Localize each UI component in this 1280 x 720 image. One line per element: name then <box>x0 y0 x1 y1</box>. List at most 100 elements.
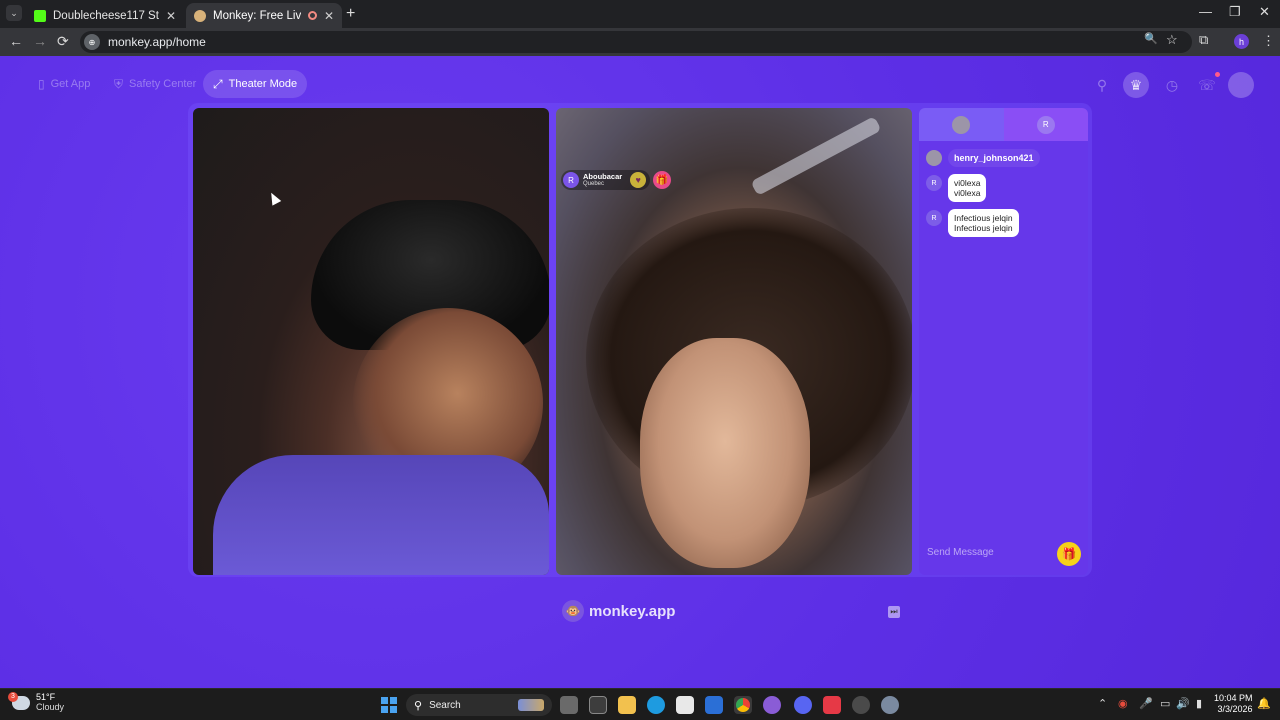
weather-badge: 3 <box>8 691 18 702</box>
settings-icon[interactable] <box>881 696 899 714</box>
get-app-button[interactable]: ▯ Get App <box>28 70 100 98</box>
discord-icon[interactable] <box>794 696 812 714</box>
back-icon[interactable]: ← <box>9 33 23 49</box>
message-avatar <box>926 150 942 166</box>
video-figure <box>750 116 882 196</box>
taskbar-clock[interactable]: 10:04 PM 3/3/2026 <box>1214 693 1253 715</box>
file-explorer-icon[interactable] <box>618 696 636 714</box>
message-line: vi0lexa <box>954 178 981 188</box>
chat-tab-self[interactable] <box>919 108 1004 141</box>
remote-user-location: Quebec <box>583 181 605 188</box>
remote-avatar-icon: R <box>1036 115 1055 134</box>
zoom-icon[interactable]: 🔍 <box>1144 32 1158 45</box>
video-figure <box>640 338 810 568</box>
kick-favicon-icon <box>34 9 46 22</box>
close-tab-icon[interactable]: ✕ <box>166 9 176 23</box>
tab-title: Doublecheese117 Stream - Wa <box>53 9 159 22</box>
weather-widget[interactable]: 3 51°F Cloudy <box>8 691 65 713</box>
crown-icon[interactable]: ♛ <box>1123 72 1149 98</box>
skip-icon[interactable]: ⏭ <box>888 606 900 618</box>
taskbar-search-label: Search <box>429 699 461 711</box>
widgets-icon[interactable] <box>589 696 607 714</box>
taskbar: 3 51°F Cloudy ⚲ Search ⌃ ◉ 🎤 ▭ 🔊 ▮ 10:04… <box>0 688 1280 720</box>
video-figure <box>213 455 549 575</box>
store-icon[interactable] <box>676 696 694 714</box>
expand-icon: ⤢ <box>213 76 223 91</box>
messenger-icon[interactable] <box>763 696 781 714</box>
browser-toolbar: ← → ⟳ ⊕ monkey.app/home 🔍 ☆ ⧉ h ⋮ <box>0 28 1280 56</box>
site-info-icon[interactable]: ⊕ <box>84 34 100 50</box>
forward-icon[interactable]: → <box>33 33 47 49</box>
record-tray-icon[interactable]: ◉ <box>1118 697 1128 710</box>
weather-desc: Cloudy <box>36 701 65 712</box>
display-icon[interactable]: ▭ <box>1160 697 1170 710</box>
browser-tab-bar: ⌄ Doublecheese117 Stream - Wa ✕ Monkey: … <box>0 0 1280 28</box>
message-username: henry_johnson421 <box>948 149 1040 167</box>
search-icon[interactable]: ⚲ <box>1089 72 1115 98</box>
battery-icon[interactable]: ▮ <box>1196 697 1202 710</box>
misc-app-icon[interactable] <box>852 696 870 714</box>
profile-avatar-icon[interactable] <box>1228 72 1254 98</box>
close-window-icon[interactable]: ✕ <box>1259 4 1270 20</box>
message-avatar: R <box>926 210 942 226</box>
chrome-icon[interactable] <box>734 696 752 714</box>
tab-title: Monkey: Free Live Video Ch <box>213 9 301 22</box>
message-input[interactable]: Send Message <box>927 547 994 558</box>
editor-icon[interactable] <box>705 696 723 714</box>
chat-message: R vi0lexa vi0lexa <box>926 174 987 203</box>
browser-menu-icon[interactable]: ⋮ <box>1262 33 1275 49</box>
profile-icon[interactable]: h <box>1234 34 1249 49</box>
get-app-label: Get App <box>50 78 91 90</box>
gift-icon[interactable]: 🎁 <box>653 171 671 189</box>
new-tab-button[interactable]: + <box>346 5 355 23</box>
monkey-watermark: 🐵 monkey.app <box>562 600 675 622</box>
task-view-icon[interactable] <box>560 696 578 714</box>
browser-tab-monkey[interactable]: Monkey: Free Live Video Ch ✕ <box>186 3 342 28</box>
reload-icon[interactable]: ⟳ <box>57 33 69 50</box>
gift-button-icon[interactable]: 🎁 <box>1057 542 1081 566</box>
local-video <box>193 108 549 575</box>
url-text[interactable]: monkey.app/home <box>108 35 206 49</box>
safety-center-button[interactable]: ⛨ Safety Center <box>104 70 206 98</box>
edge-icon[interactable] <box>647 696 665 714</box>
bookmark-star-icon[interactable]: ☆ <box>1166 32 1178 48</box>
tab-list-button[interactable]: ⌄ <box>6 5 22 21</box>
message-line: Infectious jelqin <box>954 223 1013 234</box>
shield-icon: ⛨ <box>114 76 124 91</box>
remote-user-name: Aboubacar <box>583 171 623 181</box>
chat-panel: R henry_johnson421 R vi0lexa vi0lexa R I… <box>919 108 1088 575</box>
volume-icon[interactable]: 🔊 <box>1176 697 1190 710</box>
message-line: Infectious jelqin <box>954 213 1013 223</box>
minimize-icon[interactable]: — <box>1199 4 1212 19</box>
message-bubble: vi0lexa vi0lexa <box>948 174 987 203</box>
close-tab-icon[interactable]: ✕ <box>324 9 334 23</box>
self-avatar-icon <box>952 115 971 134</box>
monkey-logo-icon: 🐵 <box>562 600 584 622</box>
search-icon: ⚲ <box>414 699 423 712</box>
remote-user-chip[interactable]: R Aboubacar Quebec ♥ <box>561 170 651 190</box>
monkey-favicon-icon <box>194 9 206 22</box>
show-hidden-icons[interactable]: ⌃ <box>1098 697 1107 710</box>
history-icon[interactable]: ◷ <box>1159 72 1185 98</box>
heart-icon[interactable]: ♥ <box>630 172 647 188</box>
theater-mode-label: Theater Mode <box>228 78 298 90</box>
app-icon[interactable] <box>823 696 841 714</box>
recording-indicator-icon <box>307 11 317 20</box>
start-icon[interactable] <box>381 697 397 713</box>
clock-date: 3/3/2026 <box>1217 703 1253 714</box>
phone-icon: ▯ <box>38 77 45 91</box>
chat-tab-remote[interactable]: R <box>1003 108 1088 141</box>
browser-tab-stream[interactable]: Doublecheese117 Stream - Wa ✕ <box>26 3 184 28</box>
taskbar-search[interactable]: ⚲ Search <box>406 694 552 716</box>
notification-bell-icon[interactable]: 🔔 <box>1257 697 1271 710</box>
extensions-icon[interactable]: ⧉ <box>1199 32 1208 48</box>
clock-time: 10:04 PM <box>1214 693 1253 703</box>
theater-mode-button[interactable]: ⤢ Theater Mode <box>203 70 308 98</box>
message-line: vi0lexa <box>954 188 981 199</box>
chat-message: R Infectious jelqin Infectious jelqin <box>926 209 1019 238</box>
restore-icon[interactable]: ❐ <box>1229 4 1241 20</box>
notification-dot <box>1215 72 1220 77</box>
mic-icon[interactable]: 🎤 <box>1139 697 1153 710</box>
address-bar[interactable]: ⊕ monkey.app/home <box>80 31 1192 53</box>
cloud-icon: 3 <box>8 691 30 710</box>
